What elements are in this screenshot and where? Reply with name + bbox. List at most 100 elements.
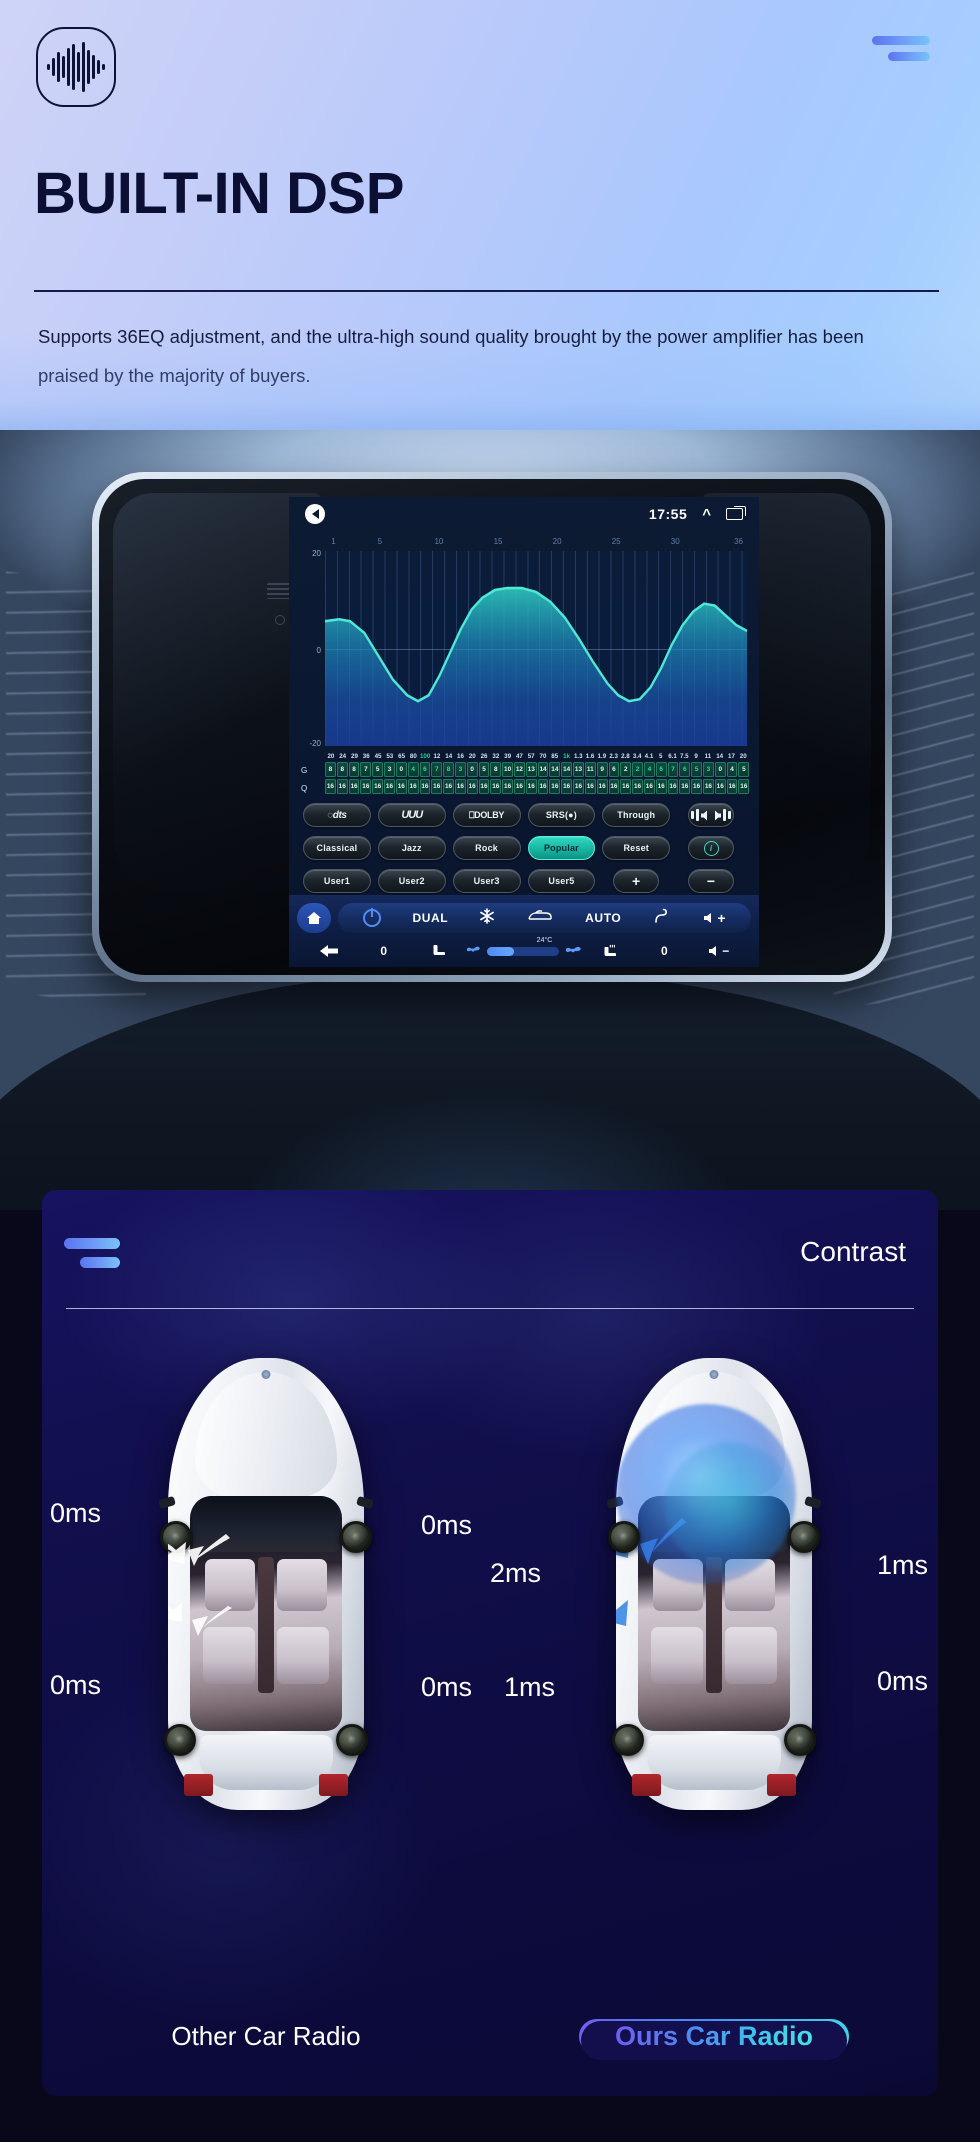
fan-track[interactable] [487, 946, 559, 956]
volume-down-icon[interactable]: − [693, 944, 745, 958]
q-cell[interactable]: 16 [407, 779, 419, 794]
gain-cell[interactable]: 8 [490, 762, 502, 777]
q-cell[interactable]: 16 [431, 779, 443, 794]
gain-cell[interactable]: 8 [336, 762, 348, 777]
volume-up-icon[interactable]: + [703, 910, 726, 926]
preset-button-srs[interactable]: SRS(●) [527, 803, 596, 827]
gain-cell[interactable]: 6 [419, 762, 431, 777]
gain-cell[interactable]: 5 [738, 762, 750, 777]
gain-cell[interactable]: 8 [443, 762, 454, 777]
preset-button-reset[interactable]: Reset [602, 836, 671, 860]
gain-cell[interactable]: 13 [573, 762, 584, 777]
home-icon[interactable] [297, 903, 331, 933]
eq-preset-buttons[interactable]: Classical Jazz Rock Popular Reset i [303, 836, 745, 860]
q-cell[interactable]: 16 [490, 779, 502, 794]
preset-button-info-icon[interactable]: i [688, 836, 735, 860]
q-cell[interactable]: 16 [596, 779, 608, 794]
preset-button-speaker-balance-icon[interactable] [688, 803, 735, 827]
preset-button-classical[interactable]: Classical [303, 836, 371, 860]
left-temperature-value[interactable]: 0 [357, 944, 409, 958]
preset-button--[interactable]: + [613, 869, 660, 893]
q-cell[interactable]: 16 [360, 779, 372, 794]
q-cell[interactable]: 16 [549, 779, 561, 794]
gain-cell[interactable]: 0 [714, 762, 726, 777]
q-cell[interactable]: 16 [679, 779, 691, 794]
gain-cell[interactable]: 5 [691, 762, 702, 777]
q-cell[interactable]: 16 [620, 779, 632, 794]
preset-button-uuu[interactable]: UUU [377, 803, 446, 827]
gain-values-row[interactable]: 8 8 8 7 5 3 0 4 6 7 8 3 0 5 8 10 12 13 14 14 14 13 11 9 6 2 2 4 6 7 6 5… [299, 762, 750, 777]
q-cell[interactable]: 16 [502, 779, 513, 794]
preset-button-user5[interactable]: User5 [527, 869, 596, 893]
gain-cell[interactable]: 7 [431, 762, 443, 777]
hamburger-icon[interactable] [872, 36, 934, 70]
q-cell[interactable]: 16 [466, 779, 478, 794]
preset-button-dts[interactable]: ◌dts [303, 803, 371, 827]
q-cell[interactable]: 16 [691, 779, 702, 794]
power-icon[interactable] [363, 909, 382, 927]
gain-cell[interactable]: 7 [360, 762, 372, 777]
q-cell[interactable]: 16 [336, 779, 348, 794]
dsp-mode-buttons[interactable]: ◌dts UUU ⎕DOLBY SRS(●) Through [303, 803, 745, 827]
gain-cell[interactable]: 3 [454, 762, 466, 777]
q-cell[interactable]: 16 [395, 779, 407, 794]
ours-car-badge[interactable]: Ours Car Radio [578, 2019, 850, 2060]
preset-button-popular[interactable]: Popular [527, 836, 596, 860]
gain-cell[interactable]: 14 [537, 762, 549, 777]
auto-label[interactable]: AUTO [585, 911, 621, 925]
gain-cell[interactable]: 4 [726, 762, 738, 777]
gain-cell[interactable]: 5 [478, 762, 490, 777]
preset-button-rock[interactable]: Rock [452, 836, 521, 860]
snowflake-icon[interactable] [479, 907, 495, 929]
gain-cell[interactable]: 0 [395, 762, 407, 777]
q-cell[interactable]: 16 [478, 779, 490, 794]
gain-cell[interactable]: 14 [549, 762, 561, 777]
rear-defrost-icon[interactable] [652, 908, 672, 929]
q-cell[interactable]: 16 [454, 779, 466, 794]
gain-cell[interactable]: 10 [502, 762, 513, 777]
q-cell[interactable]: 16 [584, 779, 596, 794]
q-cell[interactable]: 16 [537, 779, 549, 794]
hamburger-icon[interactable] [64, 1238, 124, 1268]
preset-button-through[interactable]: Through [602, 803, 671, 827]
seat-icon[interactable] [412, 944, 464, 958]
gain-cell[interactable]: 8 [348, 762, 360, 777]
q-cell[interactable]: 16 [372, 779, 384, 794]
gain-cell[interactable]: 8 [325, 762, 336, 777]
q-cell[interactable]: 16 [703, 779, 714, 794]
preset-button--[interactable]: − [688, 869, 735, 893]
gain-cell[interactable]: 2 [620, 762, 632, 777]
fan-icon[interactable] [565, 943, 582, 960]
user-preset-buttons[interactable]: User1 User2 User3 User5 + − [303, 869, 745, 893]
q-cell[interactable]: 16 [561, 779, 573, 794]
gain-cell[interactable]: 12 [514, 762, 525, 777]
gain-cell[interactable]: 0 [466, 762, 478, 777]
q-cell[interactable]: 16 [419, 779, 431, 794]
preset-button-user3[interactable]: User3 [452, 869, 521, 893]
q-cell[interactable]: 16 [667, 779, 679, 794]
preset-button-dolby[interactable]: ⎕DOLBY [452, 803, 521, 827]
right-temperature-value[interactable]: 0 [638, 944, 690, 958]
q-values-row[interactable]: 16 16 16 16 16 16 16 16 16 16 16 16 16 16 16 16 16 16 16 16… [299, 779, 750, 794]
gain-cell[interactable]: 4 [643, 762, 655, 777]
q-cell[interactable]: 16 [726, 779, 738, 794]
chevron-up-icon[interactable]: ^ [702, 507, 711, 522]
recents-window-icon[interactable] [726, 506, 746, 520]
gain-cell[interactable]: 2 [632, 762, 643, 777]
q-cell[interactable]: 16 [525, 779, 537, 794]
gain-cell[interactable]: 3 [384, 762, 395, 777]
q-cell[interactable]: 16 [632, 779, 643, 794]
q-cell[interactable]: 16 [325, 779, 336, 794]
q-cell[interactable]: 16 [655, 779, 667, 794]
q-cell[interactable]: 16 [738, 779, 750, 794]
gain-cell[interactable]: 3 [703, 762, 714, 777]
preset-button-user1[interactable]: User1 [303, 869, 371, 893]
preset-button-user2[interactable]: User2 [377, 869, 446, 893]
q-cell[interactable]: 16 [443, 779, 454, 794]
heated-seat-icon[interactable] [584, 944, 636, 958]
gain-cell[interactable]: 6 [608, 762, 620, 777]
gain-cell[interactable]: 14 [561, 762, 573, 777]
q-cell[interactable]: 16 [348, 779, 360, 794]
back-arrow-icon[interactable] [303, 944, 355, 958]
back-arrow-icon[interactable] [305, 504, 325, 524]
